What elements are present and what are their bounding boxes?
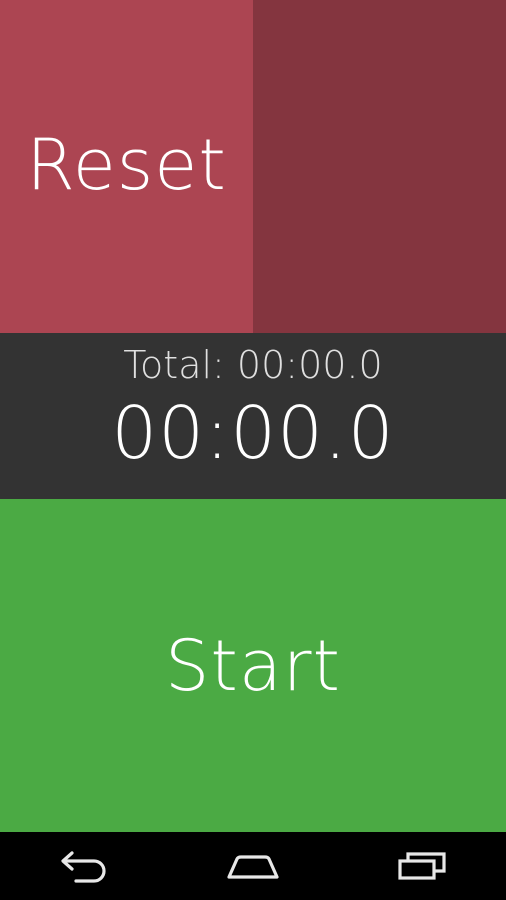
timer-display: Total: 00:00.0 00:00.0 <box>0 333 506 499</box>
back-button[interactable] <box>44 836 124 896</box>
lap-button[interactable] <box>253 0 506 333</box>
back-icon <box>61 851 106 883</box>
start-button[interactable]: Start <box>0 499 506 832</box>
reset-button-label: Reset <box>26 123 227 206</box>
total-time: Total: 00:00.0 <box>123 343 383 387</box>
start-button-label: Start <box>164 624 341 707</box>
recents-button[interactable] <box>382 836 462 896</box>
navigation-bar <box>0 832 506 900</box>
home-icon <box>227 855 279 879</box>
recents-icon <box>398 852 446 880</box>
current-time: 00:00.0 <box>111 391 395 475</box>
top-button-row: Reset <box>0 0 506 333</box>
home-button[interactable] <box>213 836 293 896</box>
reset-button[interactable]: Reset <box>0 0 253 333</box>
stopwatch-app: Reset Total: 00:00.0 00:00.0 Start <box>0 0 506 900</box>
